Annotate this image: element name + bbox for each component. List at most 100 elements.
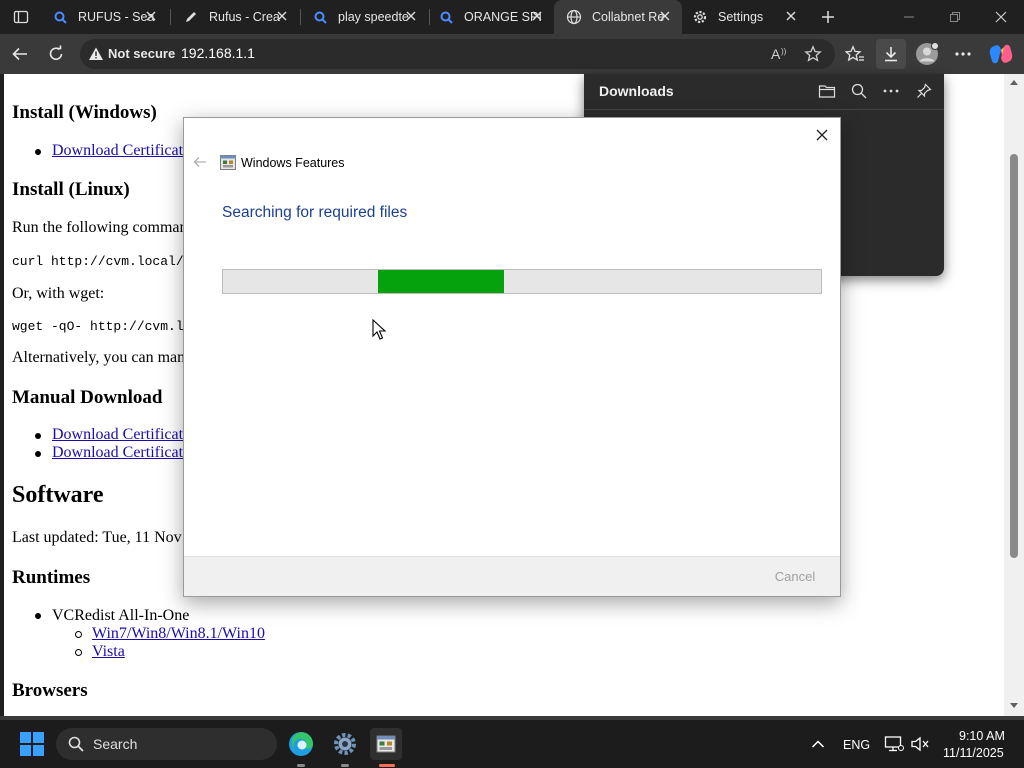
list-bullet (75, 649, 82, 656)
volume-muted-icon[interactable] (904, 728, 936, 760)
address-bar[interactable]: Not secure 192.168.1.1 A)) (80, 39, 835, 69)
windows-features-icon (220, 155, 236, 170)
progress-bar-fill (378, 270, 505, 293)
download-certificate-link[interactable]: Download Certificat (52, 426, 183, 444)
dialog-title: Windows Features (241, 156, 345, 170)
close-tab-icon[interactable] (275, 9, 289, 23)
heading-software: Software (12, 482, 104, 508)
more-options-icon[interactable] (880, 80, 902, 102)
search-icon (52, 9, 68, 25)
clock-date[interactable]: 11/11/2025 (943, 746, 1004, 760)
mouse-cursor-icon (372, 318, 387, 341)
tab-rufus-create[interactable]: Rufus - Crea (171, 0, 299, 34)
heading-browsers: Browsers (12, 680, 88, 701)
clock-time[interactable]: 9:10 AM (959, 729, 1005, 743)
heading-runtimes: Runtimes (12, 567, 91, 588)
url-text[interactable]: 192.168.1.1 (181, 45, 255, 61)
new-tab-icon[interactable] (813, 2, 843, 32)
heading-manual-download: Manual Download (12, 387, 163, 408)
taskbar-search[interactable]: Search (56, 728, 277, 760)
warning-icon[interactable] (88, 46, 104, 62)
list-bullet (35, 149, 41, 155)
search-icon (438, 9, 454, 25)
status-heading: Searching for required files (222, 204, 408, 221)
minimize-icon[interactable] (886, 0, 932, 34)
progress-bar (222, 269, 822, 294)
vista-link[interactable]: Vista (92, 643, 125, 661)
globe-icon (566, 9, 582, 25)
browser-tab-strip: RUFUS - Sea Rufus - Crea play speedte OR… (0, 0, 1024, 34)
paragraph-alternatively: Alternatively, you can man (12, 349, 186, 366)
downloads-icon[interactable] (876, 39, 906, 69)
paragraph-run-following: Run the following comman (12, 219, 188, 236)
open-folder-icon[interactable] (816, 80, 838, 102)
close-tab-icon[interactable] (658, 9, 672, 23)
heading-install-linux: Install (Linux) (12, 179, 130, 200)
cancel-button[interactable]: Cancel (763, 566, 827, 588)
browser-toolbar: Not secure 192.168.1.1 A)) (0, 34, 1024, 74)
scroll-down-icon[interactable] (1009, 702, 1019, 710)
running-indicator (297, 764, 305, 767)
wget-command: wget -qO- http://cvm.loc (12, 319, 200, 334)
divider (584, 109, 944, 110)
download-certificate-link[interactable]: Download Certificat (52, 444, 183, 462)
profile-avatar-icon[interactable] (912, 39, 942, 69)
search-icon (68, 736, 84, 752)
tab-orange-spi[interactable]: ORANGE SPI (426, 0, 554, 34)
favorites-icon[interactable] (840, 39, 870, 69)
close-tab-icon[interactable] (144, 9, 158, 23)
refresh-icon[interactable] (41, 39, 71, 69)
read-aloud-icon[interactable]: A)) (770, 45, 790, 68)
running-indicator (341, 764, 349, 767)
search-icon (312, 9, 328, 25)
search-downloads-icon[interactable] (848, 80, 870, 102)
vcredist-item: VCRedist All-In-One (52, 607, 190, 624)
windows-start-icon[interactable] (16, 728, 48, 760)
curl-command: curl http://cvm.local/l (12, 254, 192, 269)
more-options-icon[interactable] (948, 39, 978, 69)
tab-settings[interactable]: Settings (680, 0, 808, 34)
tab-collabnet[interactable]: Collabnet Re (554, 0, 682, 34)
list-bullet (35, 613, 41, 619)
svg-text:)): )) (781, 47, 787, 56)
gear-icon (692, 9, 708, 25)
security-label[interactable]: Not secure (108, 46, 175, 61)
settings-gear-icon[interactable] (329, 728, 361, 760)
back-arrow-icon[interactable] (192, 154, 208, 170)
pen-icon (183, 9, 199, 25)
tab-rufus-search[interactable]: RUFUS - Sea (40, 0, 168, 34)
list-bullet (35, 433, 41, 439)
page-scrollbar[interactable] (1004, 74, 1024, 716)
downloads-title: Downloads (599, 83, 674, 99)
dialog-footer: Cancel (184, 556, 840, 596)
paragraph-or-wget: Or, with wget: (12, 285, 105, 302)
back-arrow-icon[interactable] (5, 39, 35, 69)
tab-play-speedtest[interactable]: play speedte (300, 0, 428, 34)
close-window-icon[interactable] (978, 0, 1024, 34)
windows-features-dialog: Windows Features Searching for required … (183, 117, 841, 597)
favorite-star-icon[interactable] (804, 45, 822, 68)
list-bullet (35, 451, 41, 457)
copilot-icon[interactable] (986, 39, 1016, 69)
search-label: Search (93, 736, 138, 752)
close-icon[interactable] (810, 123, 834, 147)
download-certificate-link[interactable]: Download Certificat (52, 142, 183, 160)
tab-actions-icon[interactable] (6, 2, 36, 32)
restore-icon[interactable] (932, 0, 978, 34)
win7-win10-link[interactable]: Win7/Win8/Win8.1/Win10 (92, 625, 265, 643)
chevron-up-icon[interactable] (802, 728, 834, 760)
pin-icon[interactable] (913, 80, 935, 102)
svg-text:A: A (771, 46, 781, 62)
list-bullet (75, 631, 82, 638)
heading-install-windows: Install (Windows) (12, 102, 157, 123)
last-updated-text: Last updated: Tue, 11 Nov (12, 529, 182, 546)
close-tab-icon[interactable] (404, 9, 418, 23)
language-indicator[interactable]: ENG (843, 738, 870, 752)
close-tab-icon[interactable] (530, 9, 544, 23)
close-tab-icon[interactable] (784, 9, 798, 23)
scrollbar-thumb[interactable] (1010, 154, 1018, 558)
active-indicator (379, 764, 395, 767)
scroll-up-icon[interactable] (1009, 78, 1019, 86)
windows-features-taskbar-icon[interactable] (370, 728, 402, 760)
edge-browser-icon[interactable] (285, 728, 317, 760)
